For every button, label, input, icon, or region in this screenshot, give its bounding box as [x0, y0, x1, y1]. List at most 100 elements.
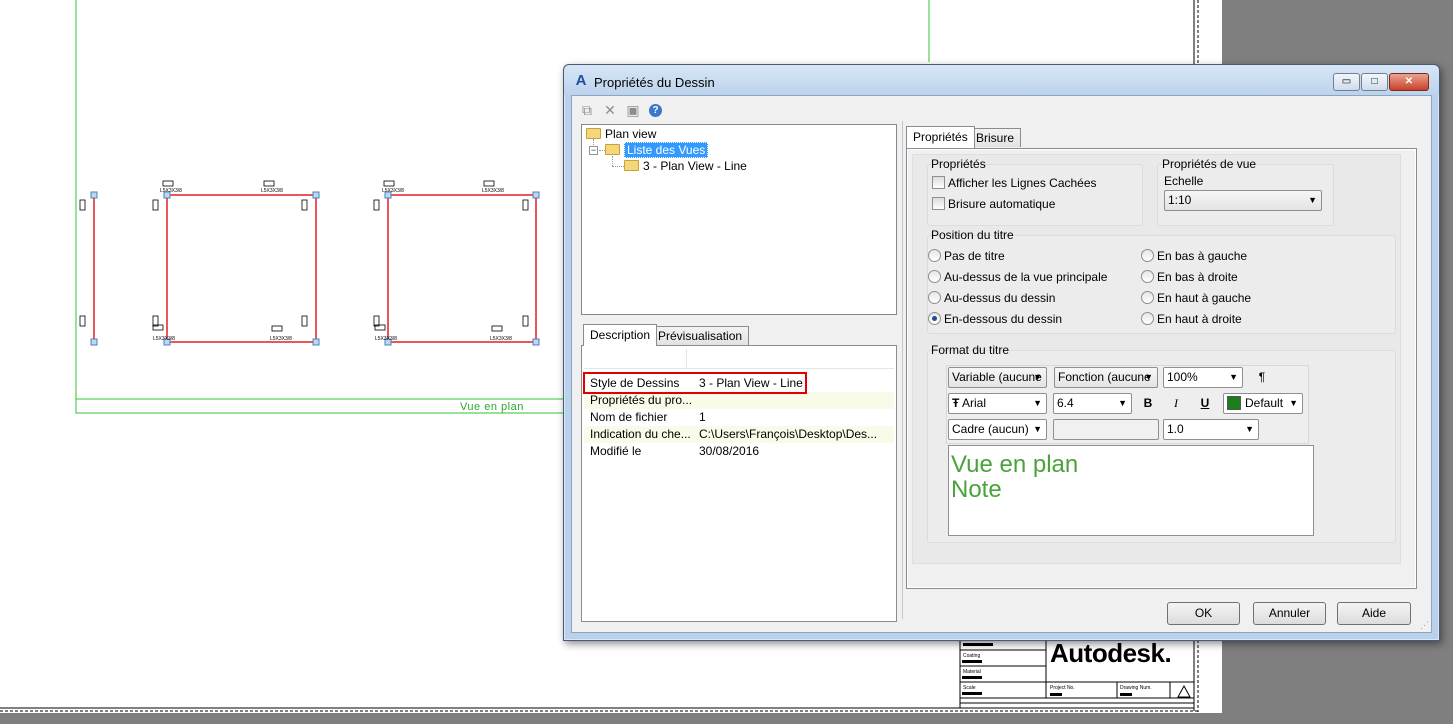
svg-text:L5X3X3/8: L5X3X3/8 [160, 188, 182, 194]
zoom-select[interactable]: 100% ▼ [1163, 367, 1243, 388]
radio-top-right[interactable]: En haut à droite [1141, 312, 1242, 326]
desc-row-project-props[interactable]: Propriétés du pro... [584, 392, 894, 409]
description-header [584, 349, 894, 369]
title-text-line-2: Note [951, 476, 1002, 503]
dialog-title: Propriétés du Dessin [594, 75, 715, 90]
spacing-select[interactable]: 1.0 ▼ [1163, 419, 1259, 440]
svg-text:L5X3X3/8: L5X3X3/8 [482, 188, 504, 194]
svg-text:L5X3X3/8: L5X3X3/8 [153, 336, 175, 342]
title-text-line-1: Vue en plan [951, 451, 1079, 478]
radio-top-left[interactable]: En haut à gauche [1141, 291, 1251, 305]
titleblock-project-label: Project No. [1050, 685, 1075, 691]
font-icon: Ŧ [952, 396, 960, 410]
description-panel: Style de Dessins 3 - Plan View - Line Pr… [581, 345, 897, 622]
svg-text:L5X3X3/8: L5X3X3/8 [375, 336, 397, 342]
desc-row-filename[interactable]: Nom de fichier 1 [584, 409, 894, 426]
properties-group [927, 164, 1143, 226]
frame-select[interactable]: Cadre (aucun) ▼ [948, 419, 1047, 440]
warning-icon [1177, 684, 1191, 698]
title-format-group-title: Format du titre [931, 343, 1010, 357]
svg-text:L5X3X3/8: L5X3X3/8 [490, 336, 512, 342]
ok-button[interactable]: OK [1167, 602, 1240, 625]
titleblock-drawing-label: Drawing Num. [1120, 685, 1152, 691]
chevron-down-icon: ▼ [1308, 195, 1317, 205]
paragraph-button[interactable]: ¶ [1251, 367, 1273, 388]
help-button[interactable]: Aide [1337, 602, 1411, 625]
close-button[interactable]: ✕ [1389, 73, 1429, 91]
titleblock-scale-label: Scale [963, 685, 976, 691]
help-icon[interactable]: ? [649, 104, 662, 117]
tab-properties[interactable]: Propriétés [906, 126, 975, 148]
minimize-button[interactable]: ▭ [1333, 73, 1360, 91]
app-icon: A [575, 72, 587, 89]
desc-row-path[interactable]: Indication du che... C:\Users\François\D… [584, 426, 894, 443]
view-tree[interactable]: Plan view − Liste des Vues 3 - Plan View… [581, 124, 897, 315]
scale-label: Echelle [1164, 174, 1204, 188]
radio-bottom-left[interactable]: En bas à gauche [1141, 249, 1247, 263]
underline-button[interactable]: U [1194, 393, 1216, 414]
variable-select[interactable]: Variable (aucune ▼ [948, 367, 1047, 388]
left-tabs: Description Prévisualisation [581, 324, 897, 346]
tab-preview[interactable]: Prévisualisation [651, 326, 750, 345]
tree-node-plan-view[interactable]: Plan view [586, 126, 656, 142]
radio-below-drawing[interactable]: En-dessous du dessin [928, 312, 1062, 326]
folder-icon [605, 144, 620, 155]
svg-text:L5X3X3/8: L5X3X3/8 [270, 336, 292, 342]
tab-description[interactable]: Description [583, 324, 658, 346]
tree-collapse-toggle[interactable]: − [589, 146, 598, 155]
titleblock-material-label: Material [963, 669, 981, 675]
scale-select[interactable]: 1:10 ▼ [1164, 190, 1322, 211]
auto-break-checkbox[interactable]: Brisure automatique [932, 197, 1055, 211]
view-frame [75, 0, 570, 414]
resize-grip-icon[interactable]: ⋰ [1420, 620, 1429, 631]
title-text-editor[interactable]: Vue en plan Note [948, 445, 1314, 536]
copy-icon[interactable]: ⧉ [578, 101, 596, 119]
steel-frame-1[interactable] [166, 194, 317, 343]
properties-page: Propriétés Afficher les Lignes Cachées B… [906, 148, 1417, 589]
view-title-label: Vue en plan [460, 401, 524, 413]
radio-above-drawing[interactable]: Au-dessus du dessin [928, 291, 1055, 305]
background-strip [0, 713, 1453, 724]
bold-button[interactable]: B [1137, 393, 1159, 414]
color-swatch [1227, 396, 1241, 410]
maximize-button[interactable]: □ [1361, 73, 1388, 91]
folder-icon [586, 128, 601, 139]
tree-node-plan-view-line[interactable]: 3 - Plan View - Line [624, 158, 747, 174]
radio-bottom-right[interactable]: En bas à droite [1141, 270, 1238, 284]
autodesk-logo: Autodesk. [1050, 638, 1172, 668]
properties-group-title: Propriétés [931, 157, 986, 171]
part-tag-text: L5X3X3/8 L5X3X3/8 L5X3X3/8 L5X3X3/8 L5X3X3… [153, 188, 512, 342]
radio-no-title[interactable]: Pas de titre [928, 249, 1005, 263]
svg-text:L5X3X3/8: L5X3X3/8 [382, 188, 404, 194]
highlight-box [583, 372, 807, 394]
save-icon[interactable]: ▣ [624, 101, 642, 119]
checkbox-box [932, 176, 945, 189]
italic-button[interactable]: I [1165, 393, 1187, 414]
folder-icon [624, 160, 639, 171]
cancel-button[interactable]: Annuler [1253, 602, 1326, 625]
font-size-select[interactable]: 6.4 ▼ [1053, 393, 1132, 414]
titleblock-coating-label: Coating [963, 653, 981, 659]
tree-connector [612, 156, 613, 166]
desc-row-modified[interactable]: Modifié le 30/08/2016 [584, 443, 894, 460]
delete-icon[interactable]: ✕ [601, 101, 619, 119]
tree-node-view-list[interactable]: Liste des Vues [605, 142, 709, 158]
tree-connector [612, 166, 624, 167]
font-select[interactable]: Ŧ Arial ▼ [948, 393, 1047, 414]
frame-value-input[interactable] [1053, 419, 1159, 440]
right-tabs: Propriétés Brisure [906, 126, 1417, 148]
function-select[interactable]: Fonction (aucune ▼ [1054, 367, 1158, 388]
view-properties-group-title: Propriétés de vue [1162, 157, 1257, 171]
steel-frame-2[interactable] [387, 194, 537, 343]
part-tags [79, 180, 529, 332]
dialog-client: ⧉ ✕ ▣ ? Plan view − Liste des Vues 3 - P… [571, 95, 1432, 633]
hidden-lines-checkbox[interactable]: Afficher les Lignes Cachées [932, 176, 1097, 190]
dialog-titlebar[interactable]: A Propriétés du Dessin ▭ □ ✕ [564, 65, 1439, 95]
drawing-properties-dialog: A Propriétés du Dessin ▭ □ ✕ ⧉ ✕ ▣ ? Pla… [563, 64, 1440, 641]
tab-break[interactable]: Brisure [969, 128, 1022, 147]
title-position-group-title: Position du titre [931, 228, 1014, 242]
color-select[interactable]: Default ▼ [1223, 393, 1303, 414]
splitter[interactable] [902, 121, 903, 619]
svg-text:L5X3X3/8: L5X3X3/8 [261, 188, 283, 194]
radio-above-main-view[interactable]: Au-dessus de la vue principale [928, 270, 1107, 284]
